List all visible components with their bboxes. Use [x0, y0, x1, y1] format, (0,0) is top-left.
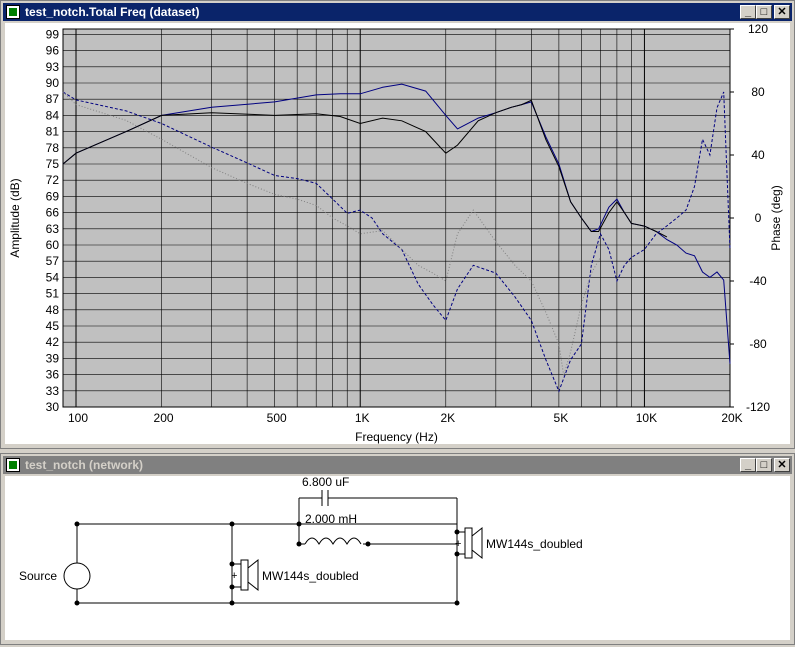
y-tick-label-right: -80 [749, 337, 767, 351]
y-tick-label-right: 40 [751, 148, 765, 162]
y-tick-label-left: 60 [46, 238, 60, 252]
driver1-polarity: + [231, 570, 237, 582]
window-app-icon[interactable] [6, 458, 20, 472]
schematic-area: Source 6.800 uF 2.000 mH + MW144s_double… [5, 475, 790, 642]
freq-window-titlebar[interactable]: test_notch.Total Freq (dataset) _ □ ✕ [3, 3, 792, 21]
x-tick-label: 1K [355, 411, 370, 425]
freq-window-title: test_notch.Total Freq (dataset) [25, 5, 200, 19]
network-window-titlebar[interactable]: test_notch (network) _ □ ✕ [3, 456, 792, 474]
driver1-label: MW144s_doubled [262, 569, 359, 583]
y-tick-label-right: 80 [751, 85, 765, 99]
y-tick-label-left: 39 [46, 351, 60, 365]
maximize-button[interactable]: □ [756, 5, 772, 19]
y-tick-label-right: 0 [755, 211, 762, 225]
y-tick-label-left: 84 [46, 108, 60, 122]
inductor-value: 2.000 mH [305, 512, 357, 526]
x-tick-label: 500 [267, 411, 287, 425]
y-axis-label-left: Amplitude (dB) [8, 178, 22, 257]
source-label: Source [19, 569, 57, 583]
y-tick-label-left: 36 [46, 368, 60, 382]
y-tick-label-left: 45 [46, 319, 60, 333]
frequency-response-chart[interactable]: 99 96 93 90 87 84 81 78 75 72 69 66 63 60 57 54 51 48 45 42… [5, 22, 790, 444]
y-tick-label-right: -120 [746, 400, 770, 414]
crossover-schematic[interactable]: Source 6.800 uF 2.000 mH + MW144s_double… [5, 475, 790, 642]
y-tick-label-left: 57 [46, 254, 60, 268]
x-tick-label: 100 [68, 411, 88, 425]
network-window-title: test_notch (network) [25, 458, 144, 472]
driver1-symbol[interactable] [240, 558, 259, 592]
junction-dots [74, 521, 460, 606]
y-tick-label-left: 87 [46, 92, 60, 106]
y-axis-label-right: Phase (deg) [769, 185, 783, 250]
y-tick-label-left: 78 [46, 141, 60, 155]
y-tick-label-left: 75 [46, 157, 60, 171]
window-app-icon[interactable] [6, 5, 20, 19]
y-tick-label-left: 96 [46, 44, 60, 58]
driver2-polarity: + [455, 538, 461, 550]
x-axis-label: Frequency (Hz) [355, 430, 438, 444]
y-tick-label-left: 66 [46, 206, 60, 220]
y-tick-label-left: 99 [46, 27, 60, 41]
network-window[interactable]: test_notch (network) _ □ ✕ Source 6.800 … [0, 453, 795, 645]
x-tick-label: 20K [721, 411, 742, 425]
close-button[interactable]: ✕ [774, 458, 790, 472]
y-tick-label-left: 30 [46, 400, 60, 414]
plot-background [62, 28, 731, 408]
maximize-button[interactable]: □ [756, 458, 772, 472]
inductor-symbol[interactable] [304, 537, 362, 545]
y-tick-label-left: 48 [46, 303, 60, 317]
y-tick-label-left: 72 [46, 173, 60, 187]
minimize-button[interactable]: _ [740, 458, 756, 472]
freq-chart-area: 99 96 93 90 87 84 81 78 75 72 69 66 63 60 57 54 51 48 45 42… [5, 22, 790, 444]
y-tick-label-left: 63 [46, 222, 60, 236]
x-tick-label: 5K [554, 411, 569, 425]
y-tick-label-left: 93 [46, 60, 60, 74]
y-tick-label-left: 54 [46, 270, 60, 284]
driver2-label: MW144s_doubled [486, 537, 583, 551]
freq-window[interactable]: test_notch.Total Freq (dataset) _ □ ✕ 99… [0, 0, 795, 449]
source-symbol[interactable] [63, 562, 91, 590]
x-tick-label: 2K [440, 411, 455, 425]
y-tick-label-left: 69 [46, 189, 60, 203]
y-tick-label-left: 90 [46, 76, 60, 90]
capacitor-value: 6.800 uF [302, 476, 349, 489]
y-tick-label-left: 42 [46, 335, 60, 349]
capacitor-symbol[interactable] [321, 490, 329, 506]
minimize-button[interactable]: _ [740, 5, 756, 19]
y-tick-label-left: 81 [46, 125, 60, 139]
x-tick-label: 200 [154, 411, 174, 425]
driver2-symbol[interactable] [464, 526, 483, 560]
y-tick-label-left: 33 [46, 384, 60, 398]
y-tick-label-right: -40 [749, 274, 767, 288]
x-tick-label: 10K [636, 411, 657, 425]
close-button[interactable]: ✕ [774, 5, 790, 19]
y-tick-label-right: 120 [748, 23, 768, 36]
y-tick-label-left: 51 [46, 287, 60, 301]
